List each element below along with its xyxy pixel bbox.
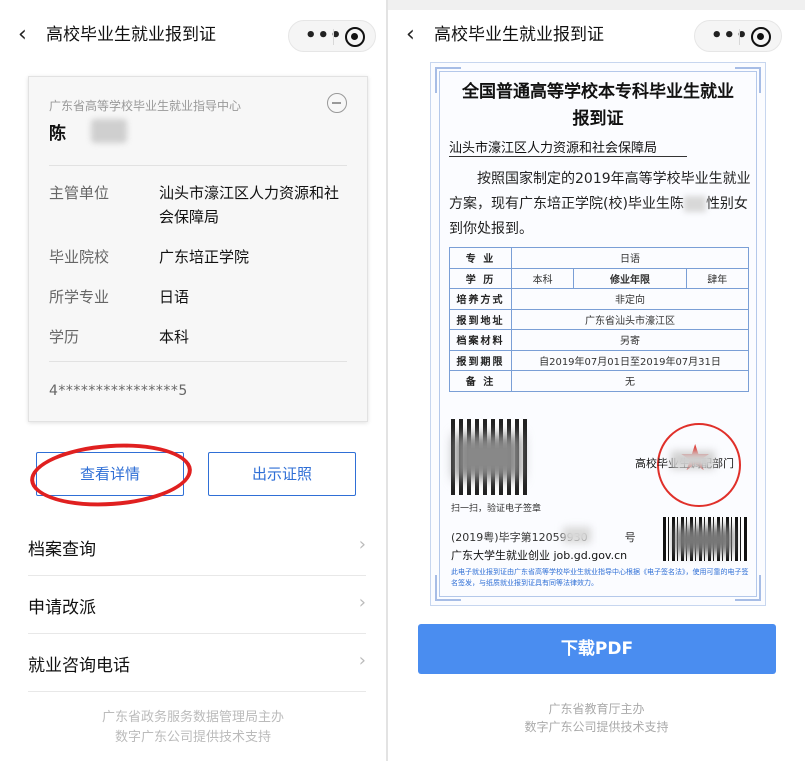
chevron-right-icon: ›	[358, 650, 366, 671]
table-cell: 无	[511, 370, 749, 392]
chevron-right-icon: ›	[358, 592, 366, 613]
page-title: 高校毕业生就业报到证	[434, 25, 604, 45]
info-value: 汕头市濠江区人力资源和社会保障局	[159, 184, 340, 226]
divider	[49, 361, 347, 362]
top-strip	[388, 0, 805, 10]
table-row: 备 注 无	[449, 370, 749, 392]
table-header: 报到地址	[449, 308, 512, 330]
nav-bar: ‹ 高校毕业生就业报到证 •••	[0, 16, 386, 56]
back-icon[interactable]: ‹	[406, 20, 415, 50]
document-number: (2019粤)毕字第12059930 号	[451, 529, 636, 545]
redacted-name	[91, 119, 127, 143]
show-certificate-button[interactable]: 出示证照	[208, 452, 356, 496]
table-header: 报到期限	[449, 349, 512, 371]
capsule-divider	[333, 29, 334, 45]
table-row: 报到地址 广东省汕头市濠江区	[449, 308, 749, 330]
more-icon[interactable]: •••	[305, 24, 343, 48]
menu-label: 申请改派	[28, 598, 96, 618]
table-row: 档案材料 另寄	[449, 329, 749, 351]
footer-line: 广东省政务服务数据管理局主办	[101, 710, 284, 725]
table-row: 学 历 本科 修业年限 肆年	[449, 267, 750, 289]
qr-redaction	[455, 435, 521, 479]
back-icon[interactable]: ‹	[18, 20, 27, 50]
certificate-title-line1: 全国普通高等学校本专科毕业生就业	[462, 82, 734, 102]
underline	[449, 156, 687, 157]
table-cell: 日语	[511, 247, 749, 269]
document-number-suffix: 号	[624, 531, 636, 544]
download-pdf-button[interactable]: 下载PDF	[418, 624, 776, 674]
table-row: 专 业 日语	[449, 247, 749, 269]
id-number: 4****************5	[49, 383, 188, 399]
info-label: 学历	[49, 328, 80, 346]
number-redaction	[563, 527, 591, 543]
table-header: 档案材料	[449, 329, 512, 351]
certificate-body: 按照国家制定的2019年高等学校毕业生就业方案，现有广东培正学院(校)毕业生陈性…	[449, 167, 751, 242]
menu-label: 档案查询	[28, 540, 96, 560]
nav-bar: ‹ 高校毕业生就业报到证 •••	[388, 16, 805, 56]
info-value: 广东培正学院	[159, 248, 250, 266]
table-header: 学 历	[449, 267, 512, 289]
certificate-title: 全国普通高等学校本专科毕业生就业 报到证	[431, 79, 765, 133]
info-label: 主管单位	[49, 184, 110, 202]
info-label: 毕业院校	[49, 248, 110, 266]
table-cell: 肆年	[685, 267, 750, 289]
table-row: 报到期限 自2019年07月01日至2019年07月31日	[449, 349, 749, 371]
recipient-bureau: 汕头市濠江区人力资源和社会保障局	[449, 141, 658, 156]
barcode-redaction	[675, 527, 733, 553]
capsule-divider	[739, 29, 740, 45]
table-header: 专 业	[449, 247, 512, 269]
close-target-icon[interactable]	[751, 27, 771, 47]
certificate-title-line2: 报到证	[572, 109, 624, 129]
certificate-table: 专 业 日语 学 历 本科 修业年限 肆年 培养方式 非定向 报到地址 广东省汕…	[449, 247, 750, 392]
menu-item-archive-query[interactable]: 档案查询 ›	[0, 518, 386, 576]
redacted-name	[683, 196, 706, 212]
mini-program-capsule: •••	[288, 20, 376, 52]
website: 广东大学生就业创业 job.gd.gov.cn	[451, 549, 628, 562]
certificate-document: 全国普通高等学校本专科毕业生就业 报到证 汕头市濠江区人力资源和社会保障局 按照…	[430, 62, 766, 606]
divider	[28, 691, 366, 692]
footer-line: 数字广东公司提供技术支持	[524, 720, 669, 734]
seal-redaction	[671, 451, 715, 469]
collapse-icon[interactable]	[327, 93, 347, 113]
close-target-icon[interactable]	[345, 27, 365, 47]
footer-line: 数字广东公司提供技术支持	[114, 730, 271, 745]
info-value: 本科	[159, 328, 190, 346]
table-cell: 本科	[510, 267, 575, 289]
info-value: 日语	[159, 288, 190, 306]
qr-caption: 扫一扫，验证电子签章	[451, 504, 542, 514]
table-cell: 非定向	[511, 288, 749, 310]
menu-item-reassignment[interactable]: 申请改派 ›	[0, 576, 386, 634]
more-icon[interactable]: •••	[711, 24, 749, 48]
table-row: 培养方式 非定向	[449, 288, 749, 310]
footer-line: 广东省教育厅主办	[548, 702, 645, 716]
page-title: 高校毕业生就业报到证	[46, 25, 216, 45]
left-screen: ‹ 高校毕业生就业报到证 ••• 广东省高等学校毕业生就业指导中心 陈 主管单位…	[0, 0, 386, 761]
mini-program-capsule: •••	[694, 20, 782, 52]
table-header: 备 注	[449, 370, 512, 392]
table-header: 培养方式	[449, 288, 512, 310]
menu-item-hotline[interactable]: 就业咨询电话 ›	[0, 634, 386, 692]
annotation-ellipse	[28, 438, 194, 512]
issuer-name: 广东省高等学校毕业生就业指导中心	[49, 99, 242, 113]
table-cell: 另寄	[511, 329, 749, 351]
certificate-card: 广东省高等学校毕业生就业指导中心 陈 主管单位 汕头市濠江区人力资源和社会保障局…	[28, 76, 368, 422]
right-screen: ‹ 高校毕业生就业报到证 ••• 全国普通高等学校本专科毕业生就业 报到证 汕头…	[388, 0, 805, 761]
info-label: 所学专业	[49, 288, 110, 306]
menu-label: 就业咨询电话	[28, 656, 130, 676]
legal-notice: 此电子就业报到证由广东省高等学校毕业生就业指导中心根据《电子签名法》，使用可靠的…	[451, 568, 749, 587]
table-header: 修业年限	[573, 267, 687, 289]
table-cell: 广东省汕头市濠江区	[511, 308, 749, 330]
holder-name: 陈	[49, 124, 66, 144]
table-cell: 自2019年07月01日至2019年07月31日	[511, 349, 749, 371]
divider	[49, 165, 347, 166]
chevron-right-icon: ›	[358, 534, 366, 555]
